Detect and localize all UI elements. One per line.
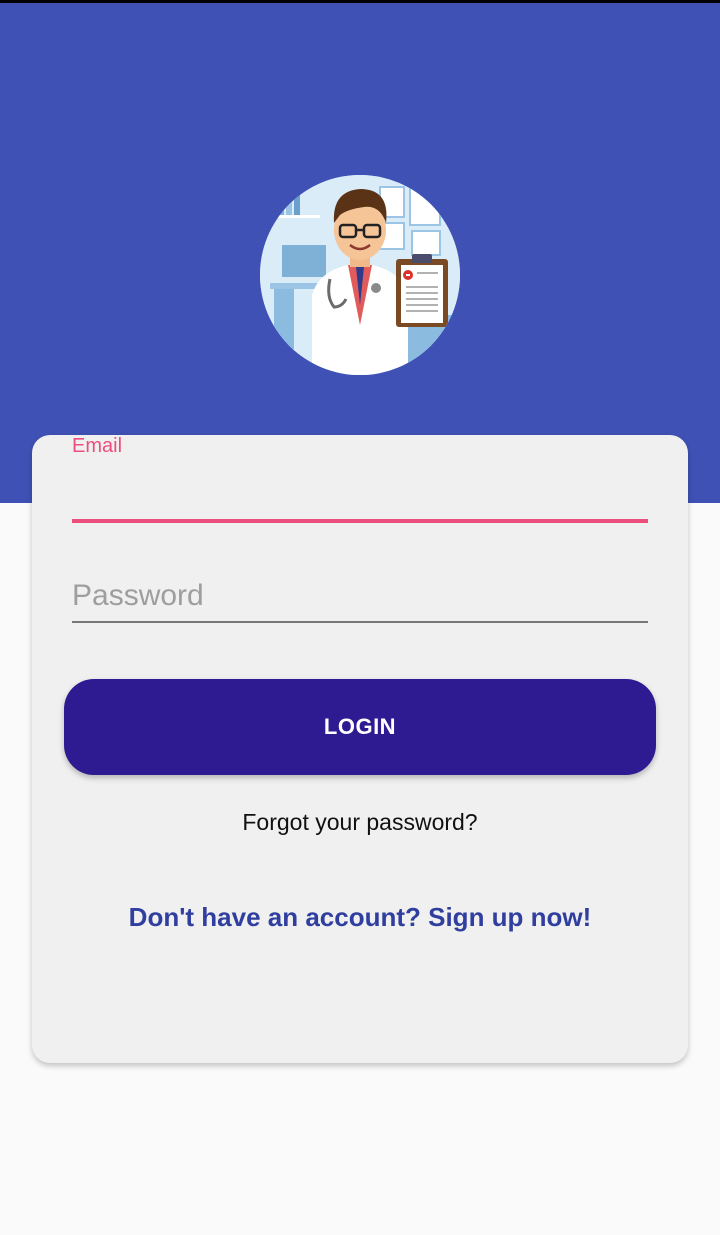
email-field-label: Email: [72, 435, 123, 457]
doctor-avatar-icon: [260, 175, 460, 375]
email-field-underline: [72, 519, 648, 523]
login-button[interactable]: LOGIN: [64, 679, 656, 775]
forgot-password-link[interactable]: Forgot your password?: [32, 809, 688, 836]
password-field[interactable]: [72, 573, 648, 619]
signup-link[interactable]: Don't have an account? Sign up now!: [32, 902, 688, 933]
password-field-underline: [72, 621, 648, 623]
email-field[interactable]: [72, 471, 648, 517]
login-card: Email LOGIN Forgot your password? Don't …: [32, 435, 688, 1063]
